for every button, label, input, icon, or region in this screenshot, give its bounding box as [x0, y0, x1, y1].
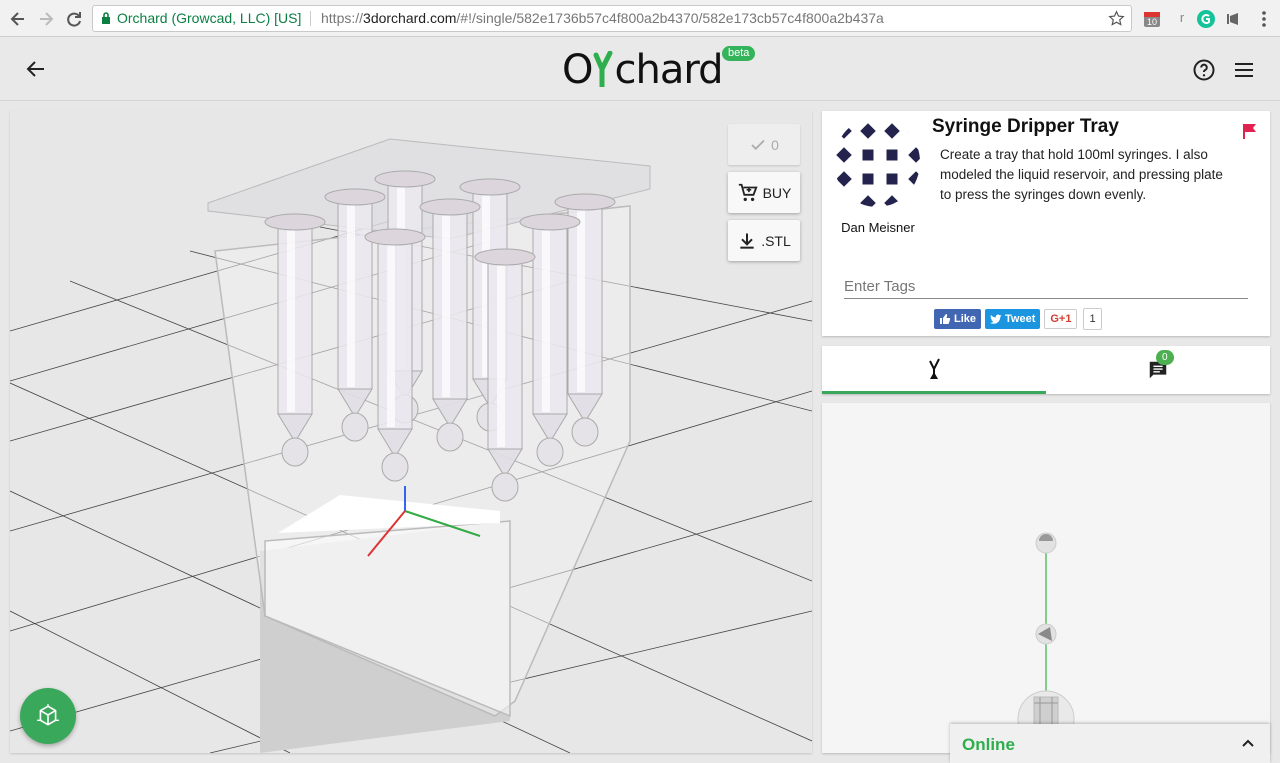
version-tree-graph: [1017, 532, 1075, 748]
social-share-bar: Like Tweet G+1 1: [934, 308, 1102, 330]
grammarly-icon[interactable]: [1196, 9, 1216, 29]
model-title: Syringe Dripper Tray: [932, 116, 1119, 137]
logo-word: chard: [614, 47, 723, 93]
buy-button[interactable]: BUY: [728, 172, 800, 213]
3d-scene[interactable]: [10, 111, 812, 753]
report-flag-icon[interactable]: [1242, 123, 1258, 139]
like-label: Like: [954, 313, 977, 325]
avatar-pattern-tile: [908, 195, 920, 207]
cube-icon: [37, 704, 59, 726]
tweet-label: Tweet: [1005, 313, 1036, 325]
twitter-bird-icon: [990, 314, 1002, 324]
side-panel-tabs: 0: [822, 346, 1270, 394]
beta-badge: beta: [722, 46, 756, 61]
online-chat-bar[interactable]: Online: [950, 724, 1270, 763]
browser-menu-icon[interactable]: [1254, 9, 1274, 29]
tree-branch-icon: [929, 358, 940, 379]
avatar-pattern-tile: [862, 173, 874, 185]
help-icon[interactable]: [1192, 58, 1216, 82]
likes-count: 0: [771, 136, 779, 153]
address-bar[interactable]: Orchard (Growcad, LLC) [US] https://3dor…: [92, 5, 1132, 32]
address-separator: [310, 11, 311, 26]
browser-forward-icon[interactable]: [36, 9, 56, 29]
avatar-pattern-tile: [886, 149, 898, 161]
browser-reload-icon[interactable]: [64, 9, 84, 29]
browser-back-icon[interactable]: [8, 9, 28, 29]
download-icon: [740, 233, 754, 249]
hamburger-menu-icon[interactable]: [1232, 58, 1256, 82]
cast-icon[interactable]: [1224, 9, 1244, 29]
extension-r[interactable]: r: [1172, 9, 1192, 29]
url-text: https://3dorchard.com/#!/single/582e1736…: [321, 6, 884, 31]
avatar-pattern-tile: [886, 173, 898, 185]
view-cube-fab[interactable]: [20, 688, 76, 744]
model-viewer[interactable]: 0 BUY .STL: [10, 111, 812, 753]
extension-calendar-icon[interactable]: 10: [1142, 9, 1162, 29]
stl-label: .STL: [761, 232, 791, 249]
secure-site-label: Orchard (Growcad, LLC) [US]: [117, 10, 302, 26]
like-model-button[interactable]: 0: [728, 124, 800, 165]
version-tree-panel: [822, 403, 1270, 753]
url-domain: 3dorchard.com: [363, 10, 457, 26]
orchard-logo[interactable]: Ochard: [562, 47, 723, 95]
model-description: Create a tray that hold 100ml syringes. …: [940, 147, 1223, 202]
model-info-card: Dan Meisner Syringe Dripper Tray Create …: [822, 111, 1270, 336]
online-status-label: Online: [962, 735, 1015, 754]
logo-letter-o: O: [562, 47, 594, 93]
app-header: Ochard beta: [0, 37, 1280, 101]
facebook-like-button[interactable]: Like: [934, 309, 982, 329]
download-stl-button[interactable]: .STL: [728, 220, 800, 261]
extension-badge: 10: [1147, 17, 1157, 27]
buy-label: BUY: [762, 184, 792, 201]
chevron-up-icon: [1242, 739, 1254, 747]
tree-node-child[interactable]: [1035, 623, 1057, 645]
tree-node-root[interactable]: [1035, 532, 1057, 554]
gplus-count: 1: [1083, 308, 1102, 330]
tags-input[interactable]: [844, 275, 1248, 299]
lock-icon: [102, 12, 110, 24]
author-name[interactable]: Dan Meisner: [828, 220, 928, 235]
url-prefix: https://: [321, 10, 364, 26]
tab-version-tree[interactable]: [822, 346, 1046, 394]
bookmark-star-icon[interactable]: [1108, 10, 1125, 27]
browser-toolbar: Orchard (Growcad, LLC) [US] https://3dor…: [0, 0, 1280, 37]
cart-add-icon: [738, 183, 758, 201]
back-arrow-icon[interactable]: [24, 57, 48, 81]
check-icon: [751, 139, 765, 150]
comments-count-badge: 0: [1156, 350, 1174, 365]
google-plus-button[interactable]: G+1: [1044, 309, 1078, 329]
logo-sprout-icon: [592, 47, 614, 93]
gplus-label: G+1: [1050, 313, 1072, 325]
thumbs-up-icon: [940, 314, 950, 324]
avatar-pattern-tile: [862, 149, 874, 161]
author-avatar[interactable]: [834, 117, 920, 207]
tweet-button[interactable]: Tweet: [985, 309, 1041, 329]
url-path: /#!/single/582e1736b57c4f800a2b4370/582e…: [456, 10, 884, 26]
